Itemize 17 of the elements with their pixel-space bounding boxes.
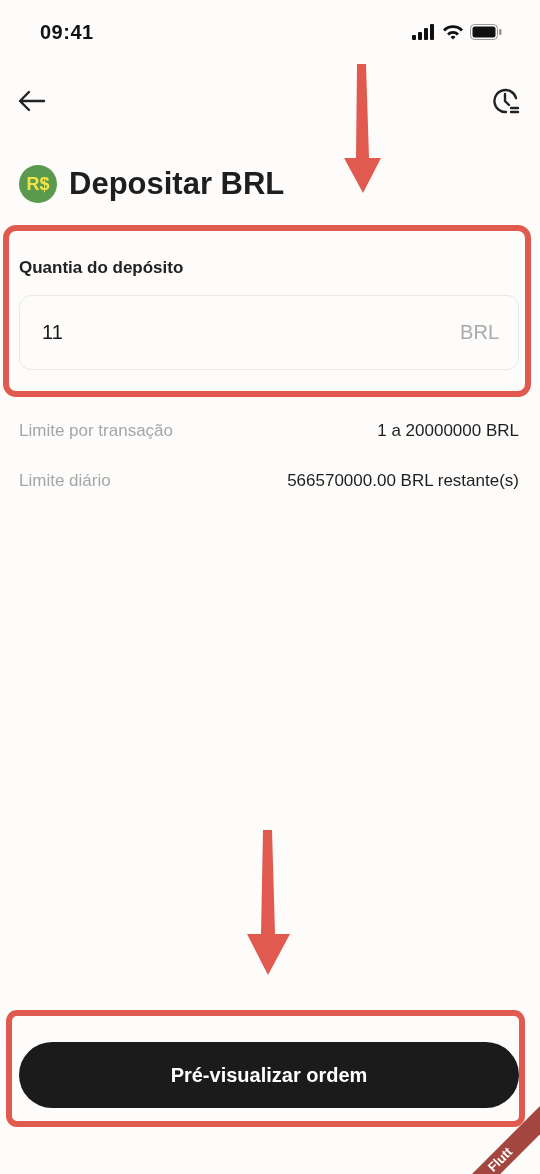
battery-icon bbox=[470, 24, 502, 40]
limit-label: Limite diário bbox=[19, 471, 111, 491]
page-title: Depositar BRL bbox=[69, 166, 285, 202]
signal-icon bbox=[412, 24, 436, 40]
clock-icon bbox=[492, 87, 520, 115]
history-button[interactable] bbox=[492, 87, 520, 115]
status-time: 09:41 bbox=[40, 20, 94, 44]
limit-label: Limite por transação bbox=[19, 421, 174, 441]
preview-order-button[interactable]: Pré-visualizar ordem bbox=[19, 1042, 519, 1108]
limit-value: 566570000.00 BRL restante(s) bbox=[287, 471, 519, 491]
back-arrow-icon bbox=[18, 90, 46, 112]
currency-logo: R$ bbox=[19, 165, 57, 203]
field-label: Quantia do depósito bbox=[19, 257, 185, 279]
limit-value: 1 a 20000000 BRL bbox=[377, 421, 519, 441]
wifi-icon bbox=[442, 24, 464, 40]
unit-label: BRL bbox=[460, 321, 499, 344]
back-button[interactable] bbox=[18, 90, 46, 112]
